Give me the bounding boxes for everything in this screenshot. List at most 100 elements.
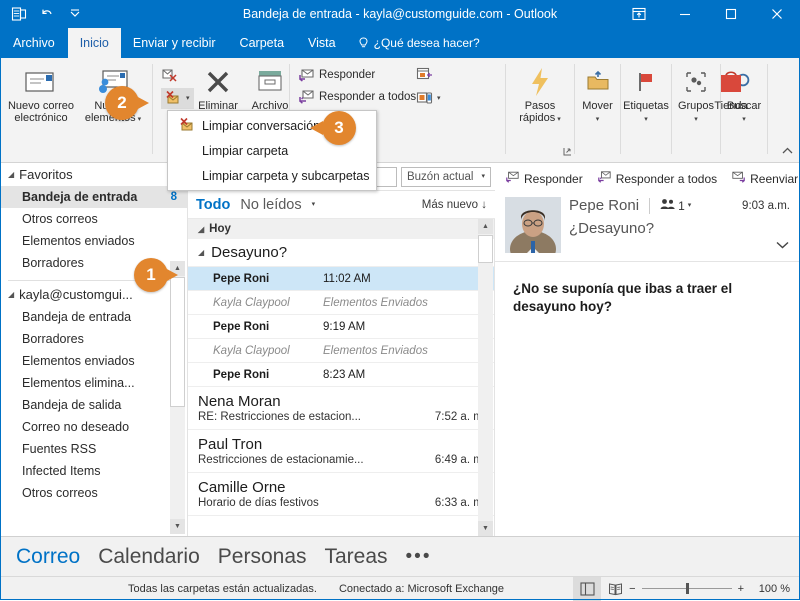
zoom-in-button[interactable]: +	[738, 583, 744, 595]
list-item[interactable]: Camille Orne Horario de días festivos 6:…	[188, 473, 494, 516]
tab-carpeta[interactable]: Carpeta	[228, 28, 296, 58]
tab-enviar-y-recibir[interactable]: Enviar y recibir	[121, 28, 228, 58]
tab-vista[interactable]: Vista	[296, 28, 348, 58]
lightbulb-icon	[358, 36, 369, 50]
reading-view-icon[interactable]	[601, 577, 629, 601]
conversation-header[interactable]: ◢ Desayuno?	[188, 239, 494, 267]
table-row[interactable]: Pepe Roni 11:02 AM	[188, 267, 494, 291]
flag-icon	[621, 64, 671, 100]
zoom-slider[interactable]	[641, 583, 732, 594]
favorites-header[interactable]: ◢ Favoritos	[0, 163, 187, 186]
new-email-button[interactable]: Nuevo correo electrónico	[6, 64, 76, 124]
scrollbar-thumb[interactable]	[478, 235, 493, 263]
sidebar-item-otros-correos[interactable]: Otros correos	[0, 482, 187, 504]
archive-button[interactable]: Archivo	[245, 64, 295, 112]
list-item[interactable]: Nena Moran RE: Restricciones de estacion…	[188, 387, 494, 430]
sidebar-item-bandeja-de-entrada[interactable]: Bandeja de entrada	[0, 306, 187, 328]
chevron-down-icon[interactable]: ▾	[186, 95, 190, 102]
view-switcher: − + 100 %	[573, 576, 800, 601]
zoom-out-button[interactable]: −	[629, 583, 635, 595]
dialog-launcher-icon[interactable]	[563, 145, 572, 159]
tab-inicio[interactable]: Inicio	[67, 28, 121, 58]
customize-qat-icon[interactable]	[64, 3, 86, 25]
ribbon-display-options-icon[interactable]	[616, 0, 662, 28]
chevron-down-icon[interactable]: ▾	[596, 116, 600, 123]
sidebar-item-borradores[interactable]: Borradores	[0, 328, 187, 350]
sidebar-item-infected-items[interactable]: Infected Items	[0, 460, 187, 482]
cleanup-button[interactable]: ▾	[161, 88, 194, 109]
minimize-icon[interactable]	[662, 0, 708, 28]
sidebar-item-bandeja-de-entrada-fav[interactable]: Bandeja de entrada 8	[0, 186, 187, 208]
folder-label: Otros correos	[22, 212, 98, 226]
scrollbar-thumb[interactable]	[170, 277, 185, 407]
nav-correo[interactable]: Correo	[16, 545, 80, 569]
scroll-up-icon[interactable]: ▲	[478, 219, 493, 234]
tags-button[interactable]: Etiquetas ▾	[621, 64, 671, 124]
delete-button[interactable]: Eliminar	[191, 64, 245, 112]
reply-all-button[interactable]: Responder a todos	[298, 88, 416, 105]
sidebar-item-elementos-enviados[interactable]: Elementos enviados	[0, 350, 187, 372]
tell-me-box[interactable]: ¿Qué desea hacer?	[348, 28, 490, 58]
table-row[interactable]: Pepe Roni 8:23 AM	[188, 363, 494, 387]
day-group-header[interactable]: ◢ Hoy	[188, 219, 494, 239]
day-group-label: Hoy	[209, 223, 231, 235]
normal-view-icon[interactable]	[573, 576, 602, 601]
nav-overflow-button[interactable]: •••	[406, 546, 432, 568]
chevron-down-icon[interactable]: ▾	[644, 116, 648, 123]
nav-personas[interactable]: Personas	[218, 545, 307, 569]
scroll-down-icon[interactable]: ▼	[478, 521, 493, 536]
more-respond-button[interactable]: ▾	[416, 90, 441, 107]
chevron-down-icon[interactable]: ▾	[555, 116, 561, 123]
chevron-down-icon[interactable]: ▾	[688, 202, 692, 209]
scroll-down-icon[interactable]: ▼	[170, 519, 185, 534]
maximize-icon[interactable]	[708, 0, 754, 28]
folder-pane-scrollbar[interactable]: ▲ ▼	[170, 261, 185, 534]
move-button[interactable]: Mover ▾	[575, 64, 620, 124]
menu-item-limpiar-carpeta-y-subcarpetas[interactable]: Limpiar carpeta y subcarpetas	[168, 163, 376, 188]
tell-me-label: ¿Qué desea hacer?	[373, 36, 480, 50]
sidebar-item-elementos-eliminados[interactable]: Elementos elimina...	[0, 372, 187, 394]
sidebar-item-elementos-enviados-fav[interactable]: Elementos enviados	[0, 230, 187, 252]
search-scope-dropdown[interactable]: Buzón actual ▾	[400, 166, 491, 187]
chevron-down-icon[interactable]: ▾	[694, 116, 698, 123]
meeting-button[interactable]	[416, 66, 433, 83]
outlook-icon[interactable]	[8, 3, 30, 25]
zoom-slider-handle[interactable]	[685, 583, 689, 594]
reading-pane-reply-all-button[interactable]: Responder a todos	[597, 170, 717, 187]
quick-steps-button[interactable]: Pasos rápidos ▾	[506, 64, 574, 124]
cleanup-conversation-icon	[174, 116, 200, 136]
sidebar-item-correo-no-deseado[interactable]: Correo no deseado	[0, 416, 187, 438]
table-row[interactable]: Kayla Claypool Elementos Enviados	[188, 291, 494, 315]
reading-pane-reply-button[interactable]: Responder	[505, 170, 583, 187]
zoom-level[interactable]: 100 %	[750, 583, 790, 595]
sidebar-item-bandeja-de-salida[interactable]: Bandeja de salida	[0, 394, 187, 416]
sort-order-button[interactable]: Más nuevo ↓	[422, 199, 487, 211]
collapse-ribbon-button[interactable]	[781, 145, 794, 159]
ribbon-group-mover: Mover ▾	[575, 58, 620, 163]
close-icon[interactable]	[754, 0, 800, 28]
ignore-button[interactable]	[161, 66, 178, 83]
quick-steps-label-2: rápidos	[519, 112, 556, 124]
chevron-down-icon[interactable]: ▾	[437, 95, 441, 102]
reading-pane-forward-button[interactable]: Reenviar	[731, 170, 798, 187]
filter-all-tab[interactable]: Todo	[196, 197, 230, 213]
reply-button[interactable]: Responder	[298, 66, 375, 83]
triangle-down-icon[interactable]: ◢	[198, 248, 204, 257]
store-button[interactable]: Tienda	[703, 64, 759, 112]
sidebar-item-fuentes-rss[interactable]: Fuentes RSS	[0, 438, 187, 460]
chevron-down-icon[interactable]: ▾	[312, 201, 316, 208]
table-row[interactable]: Pepe Roni 9:19 AM	[188, 315, 494, 339]
chevron-down-icon[interactable]	[775, 239, 790, 253]
table-row[interactable]: Kayla Claypool Elementos Enviados	[188, 339, 494, 363]
folder-label: Elementos enviados	[22, 354, 135, 368]
message-list[interactable]: ◢ Hoy ◢ Desayuno? Pepe Roni 11:02 AM Kay…	[188, 219, 495, 536]
tab-archivo[interactable]: Archivo	[0, 28, 68, 58]
undo-icon[interactable]	[36, 3, 58, 25]
nav-tareas[interactable]: Tareas	[325, 545, 388, 569]
nav-calendario[interactable]: Calendario	[98, 545, 200, 569]
message-list-scrollbar[interactable]: ▲ ▼	[478, 219, 493, 536]
sidebar-item-otros-correos-fav[interactable]: Otros correos	[0, 208, 187, 230]
recipient-count-button[interactable]: 1 ▾	[660, 198, 691, 213]
list-item[interactable]: Paul Tron Restricciones de estacionamie.…	[188, 430, 494, 473]
filter-unread-tab[interactable]: No leídos	[240, 197, 301, 213]
